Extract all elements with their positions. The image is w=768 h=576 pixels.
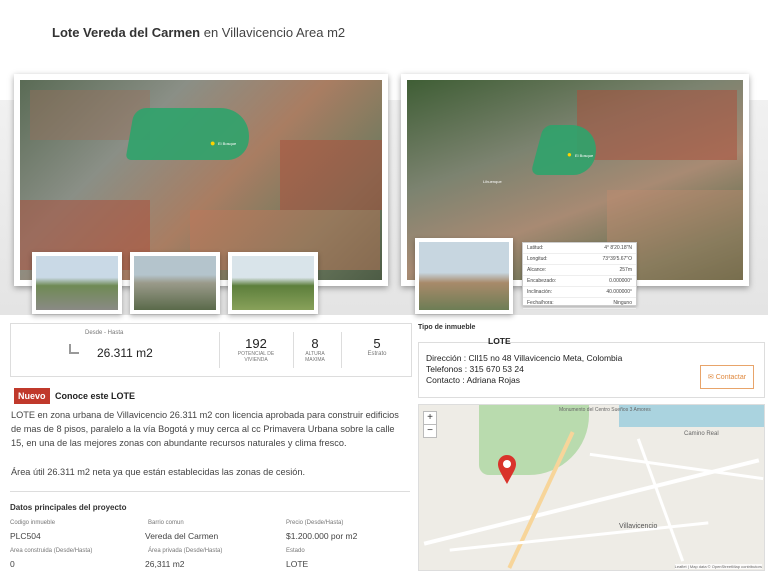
- map[interactable]: Monumento del Centro Sueños 3 Amores Cam…: [418, 404, 765, 571]
- page-title-bold: Lote Vereda del Carmen: [52, 25, 201, 40]
- aerial-image-1: ● El Bosque: [20, 80, 382, 280]
- description-text: LOTE en zona urbana de Villavicencio 26.…: [11, 410, 399, 448]
- stats-box: Desde - Hasta 26.311 m2 192 POTENCIAL DE…: [10, 323, 412, 377]
- telefonos-text: Telefonos : 315 670 53 24: [426, 364, 524, 374]
- page-title: Lote Vereda del Carmen en Villavicencio …: [52, 25, 345, 40]
- estado-value: LOTE: [286, 559, 309, 569]
- range-label: Desde - Hasta: [85, 330, 124, 336]
- contacto-text: Contacto : Adriana Rojas: [426, 375, 521, 385]
- zoom-in-button[interactable]: +: [424, 412, 436, 425]
- contactar-label: Contactar: [715, 373, 747, 381]
- zoom-out-button[interactable]: −: [424, 425, 436, 437]
- mail-icon: ✉: [707, 374, 714, 381]
- barrio-value: Vereda del Carmen: [145, 531, 219, 541]
- map-marker-icon[interactable]: [497, 455, 517, 485]
- area-const-value: 0: [10, 559, 15, 569]
- estrato-stat: 5 Estrato: [367, 336, 387, 357]
- description-text-2: Área útil 26.311 m2 neta ya que están es…: [11, 467, 306, 477]
- area-value: 26.311 m2: [97, 346, 153, 360]
- precio-value: $1.200.000 por m2: [286, 531, 358, 541]
- lot-polygon: [125, 108, 255, 160]
- thumbnail-field[interactable]: [228, 252, 318, 314]
- thumbnail-mall[interactable]: [130, 252, 220, 314]
- zoom-control: + −: [423, 411, 437, 438]
- estado-label: Estado: [286, 548, 305, 554]
- precio-label: Precio (Desde/Hasta): [286, 520, 344, 526]
- pin-icon: ●: [210, 138, 216, 148]
- tipo-label: Tipo de inmueble: [418, 324, 476, 331]
- contactar-button[interactable]: ✉ Contactar: [700, 365, 754, 389]
- area-const-label: Area construida (Desde/Hasta): [10, 548, 93, 554]
- barrio-label: Barrio comun: [148, 520, 184, 526]
- photo-label-3: Lihuenque: [483, 179, 502, 184]
- coordinates-panel: Latitud: 4° 8'20.18"N Longitud: 73°39'5.67…: [522, 242, 637, 309]
- codigo-label: Codigo inmueble: [10, 520, 56, 526]
- area-priv-label: Área privada (Desde/Hasta): [148, 548, 223, 554]
- map-attribution: Leaflet | Map data © OpenStreetMap contr…: [674, 564, 762, 569]
- thumbnail-buildings[interactable]: [415, 238, 513, 314]
- nuevo-badge: Nuevo: [14, 388, 50, 404]
- pin-icon-2: ●: [567, 150, 572, 159]
- project-heading: Datos principales del proyecto: [10, 503, 127, 512]
- altura-stat: 8 ALTURA MAXIMA: [305, 336, 325, 363]
- map-label-top: Monumento del Centro Sueños 3 Amores: [559, 407, 651, 413]
- map-label-road: Camino Real: [684, 431, 719, 437]
- photo-label-2: El Bosque: [575, 153, 594, 158]
- description-heading: Conoce este LOTE: [55, 391, 136, 401]
- map-park: [479, 405, 589, 475]
- map-label-city: Villavicencio: [619, 523, 658, 530]
- area-icon: [69, 344, 79, 354]
- photo-label: El Bosque: [218, 141, 237, 146]
- area-priv-value: 26,311 m2: [145, 559, 185, 569]
- tipo-value: LOTE: [488, 336, 511, 346]
- divider: [10, 491, 410, 492]
- codigo-value: PLC504: [10, 531, 41, 541]
- potencial-stat: 192 POTENCIAL DE VIVIENDA: [237, 336, 275, 363]
- page-title-rest: en Villavicencio Area m2: [200, 25, 346, 40]
- direccion-text: Dirección : Cll15 no 48 Villavicencio Me…: [426, 353, 623, 363]
- thumbnail-street[interactable]: [32, 252, 122, 314]
